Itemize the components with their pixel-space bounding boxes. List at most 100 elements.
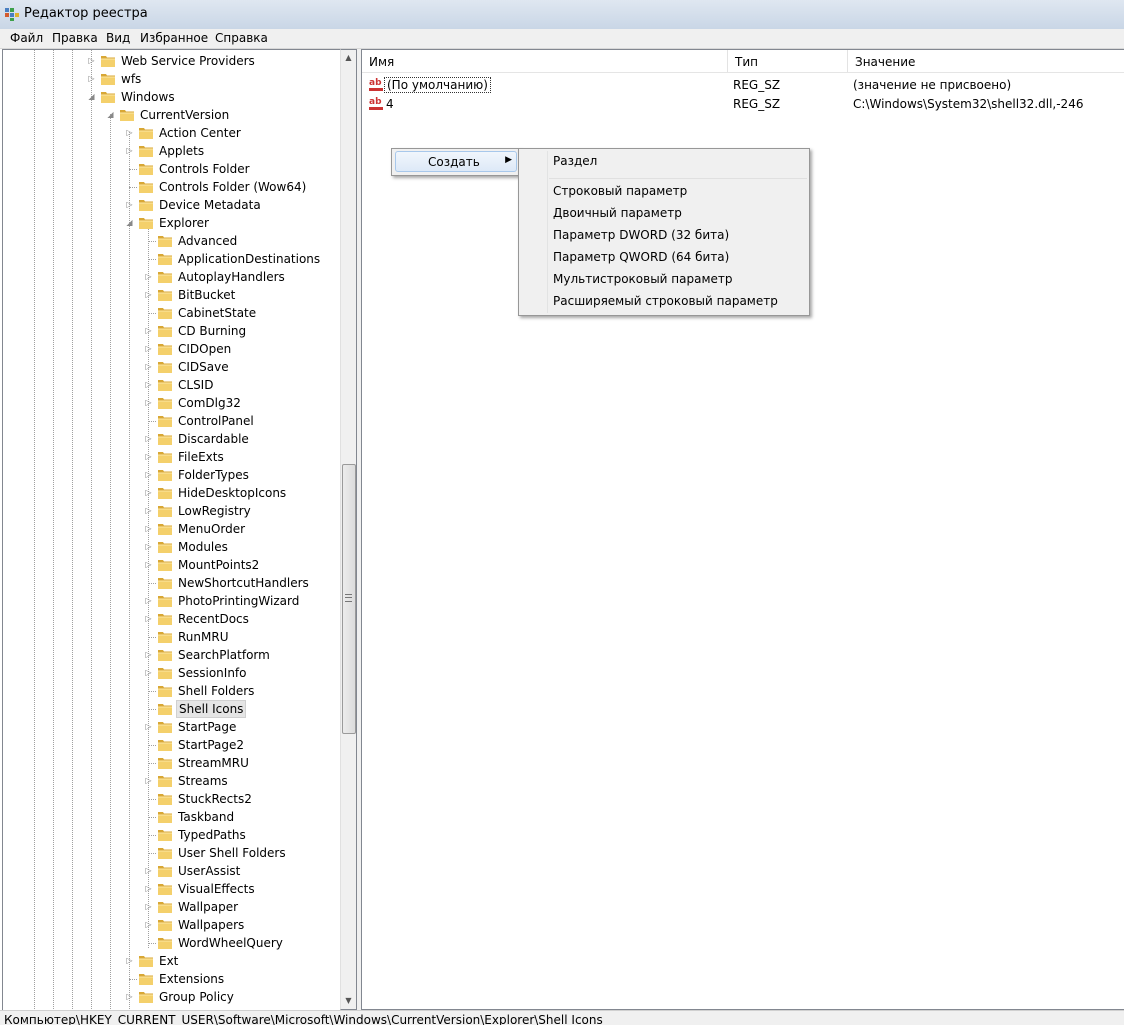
- collapsed-arrow-icon[interactable]: ▷: [144, 451, 153, 462]
- collapsed-arrow-icon[interactable]: ▷: [144, 613, 153, 624]
- tree-node-label[interactable]: ComDlg32: [176, 395, 243, 411]
- collapsed-arrow-icon[interactable]: ▷: [144, 541, 153, 552]
- menu-item-binary-value[interactable]: Двоичный параметр: [553, 206, 682, 220]
- menu-help[interactable]: Справка: [215, 31, 268, 45]
- tree-node-label[interactable]: CLSID: [176, 377, 215, 393]
- tree-node-label[interactable]: CIDOpen: [176, 341, 233, 357]
- table-row[interactable]: ab 4 REG_SZ C:\Windows\System32\shell32.…: [362, 95, 1124, 113]
- tree-scrollbar[interactable]: ▲ ▼: [340, 49, 357, 1010]
- tree-node-label[interactable]: SearchPlatform: [176, 647, 272, 663]
- tree-node[interactable]: ▷ Wallpapers: [3, 916, 341, 934]
- collapsed-arrow-icon[interactable]: ▷: [144, 883, 153, 894]
- expanded-arrow-icon[interactable]: ◢: [106, 109, 115, 120]
- tree-node[interactable]: WordWheelQuery: [3, 934, 341, 952]
- scroll-down-arrow-icon[interactable]: ▼: [341, 993, 356, 1009]
- menu-item-multistring-value[interactable]: Мультистроковый параметр: [553, 272, 733, 286]
- tree-node-label[interactable]: User Shell Folders: [176, 845, 288, 861]
- tree-node[interactable]: Extensions: [3, 970, 341, 988]
- tree-node[interactable]: ▷ Device Metadata: [3, 196, 341, 214]
- tree-node[interactable]: ▷ CLSID: [3, 376, 341, 394]
- tree-node[interactable]: ▷ Group Policy: [3, 988, 341, 1006]
- tree-node-label[interactable]: FolderTypes: [176, 467, 251, 483]
- tree-node-label[interactable]: StreamMRU: [176, 755, 251, 771]
- tree-node[interactable]: User Shell Folders: [3, 844, 341, 862]
- tree-node-label[interactable]: StartPage2: [176, 737, 246, 753]
- collapsed-arrow-icon[interactable]: ▷: [144, 397, 153, 408]
- tree-node-label[interactable]: AutoplayHandlers: [176, 269, 287, 285]
- tree-node[interactable]: ◢ Windows: [3, 88, 341, 106]
- tree-node-label[interactable]: VisualEffects: [176, 881, 257, 897]
- collapsed-arrow-icon[interactable]: ▷: [144, 901, 153, 912]
- tree-node-label[interactable]: RecentDocs: [176, 611, 251, 627]
- menu-item-dword-value[interactable]: Параметр DWORD (32 бита): [553, 228, 729, 242]
- tree-node[interactable]: ▷ RecentDocs: [3, 610, 341, 628]
- tree-node-label[interactable]: Shell Folders: [176, 683, 256, 699]
- expanded-arrow-icon[interactable]: ◢: [87, 91, 96, 102]
- tree-node-label[interactable]: TypedPaths: [176, 827, 248, 843]
- collapsed-arrow-icon[interactable]: ▷: [144, 559, 153, 570]
- tree-node-label[interactable]: NewShortcutHandlers: [176, 575, 311, 591]
- tree-node-label[interactable]: wfs: [119, 71, 143, 87]
- tree-node-label[interactable]: Streams: [176, 773, 230, 789]
- tree-node-label[interactable]: CurrentVersion: [138, 107, 231, 123]
- collapsed-arrow-icon[interactable]: ▷: [144, 469, 153, 480]
- menu-item-string-value[interactable]: Строковый параметр: [553, 184, 687, 198]
- collapsed-arrow-icon[interactable]: ▷: [125, 199, 134, 210]
- tree-node[interactable]: Taskband: [3, 808, 341, 826]
- collapsed-arrow-icon[interactable]: ▷: [144, 271, 153, 282]
- collapsed-arrow-icon[interactable]: ▷: [144, 595, 153, 606]
- tree-node[interactable]: Shell Icons: [3, 700, 341, 718]
- tree-node-label[interactable]: Shell Icons: [176, 700, 247, 718]
- menu-favorites[interactable]: Избранное: [140, 31, 208, 45]
- tree-node[interactable]: ▷ ComDlg32: [3, 394, 341, 412]
- tree-node[interactable]: ▷ LowRegistry: [3, 502, 341, 520]
- tree-node[interactable]: StartPage2: [3, 736, 341, 754]
- tree-node-label[interactable]: ControlPanel: [176, 413, 256, 429]
- tree-node[interactable]: ▷ wfs: [3, 70, 341, 88]
- tree-node[interactable]: ▷ StartPage: [3, 718, 341, 736]
- collapsed-arrow-icon[interactable]: ▷: [144, 775, 153, 786]
- collapsed-arrow-icon[interactable]: ▷: [144, 667, 153, 678]
- column-value[interactable]: Значение: [848, 50, 1124, 72]
- collapsed-arrow-icon[interactable]: ▷: [144, 289, 153, 300]
- tree-node-label[interactable]: StuckRects2: [176, 791, 254, 807]
- menu-item-create[interactable]: Создать ▶: [395, 151, 517, 172]
- tree-node-label[interactable]: CIDSave: [176, 359, 231, 375]
- collapsed-arrow-icon[interactable]: ▷: [87, 55, 96, 66]
- tree-node[interactable]: Shell Folders: [3, 682, 341, 700]
- tree-node-label[interactable]: WordWheelQuery: [176, 935, 285, 951]
- tree-node[interactable]: ▷ Action Center: [3, 124, 341, 142]
- tree-node[interactable]: ▷ Streams: [3, 772, 341, 790]
- tree-node[interactable]: ◢ CurrentVersion: [3, 106, 341, 124]
- tree-node-label[interactable]: Discardable: [176, 431, 251, 447]
- collapsed-arrow-icon[interactable]: ▷: [125, 127, 134, 138]
- collapsed-arrow-icon[interactable]: ▷: [144, 505, 153, 516]
- tree-node[interactable]: ApplicationDestinations: [3, 250, 341, 268]
- menu-edit[interactable]: Правка: [52, 31, 98, 45]
- tree-node[interactable]: ▷ Ext: [3, 952, 341, 970]
- tree-node-label[interactable]: Windows: [119, 89, 177, 105]
- column-type[interactable]: Тип: [728, 50, 848, 72]
- tree-node-label[interactable]: Ext: [157, 953, 180, 969]
- tree-node[interactable]: TypedPaths: [3, 826, 341, 844]
- collapsed-arrow-icon[interactable]: ▷: [144, 487, 153, 498]
- tree-node[interactable]: NewShortcutHandlers: [3, 574, 341, 592]
- tree-node-label[interactable]: Modules: [176, 539, 230, 555]
- tree-node[interactable]: ▷ CIDOpen: [3, 340, 341, 358]
- tree-node-label[interactable]: SessionInfo: [176, 665, 249, 681]
- tree-node-label[interactable]: Controls Folder: [157, 161, 252, 177]
- column-name[interactable]: Имя: [362, 50, 728, 72]
- tree-node[interactable]: ▷ CD Burning: [3, 322, 341, 340]
- tree-node-label[interactable]: Group Policy: [157, 989, 236, 1005]
- tree-node[interactable]: ▷ CIDSave: [3, 358, 341, 376]
- menu-item-new-key[interactable]: Раздел: [553, 154, 597, 168]
- expanded-arrow-icon[interactable]: ◢: [125, 217, 134, 228]
- tree-node-label[interactable]: MenuOrder: [176, 521, 247, 537]
- collapsed-arrow-icon[interactable]: ▷: [144, 343, 153, 354]
- collapsed-arrow-icon[interactable]: ▷: [125, 955, 134, 966]
- tree-node[interactable]: CabinetState: [3, 304, 341, 322]
- tree-node[interactable]: ▷ FileExts: [3, 448, 341, 466]
- tree-node[interactable]: Advanced: [3, 232, 341, 250]
- tree-node-label[interactable]: Web Service Providers: [119, 53, 257, 69]
- tree-node[interactable]: ▷ PhotoPrintingWizard: [3, 592, 341, 610]
